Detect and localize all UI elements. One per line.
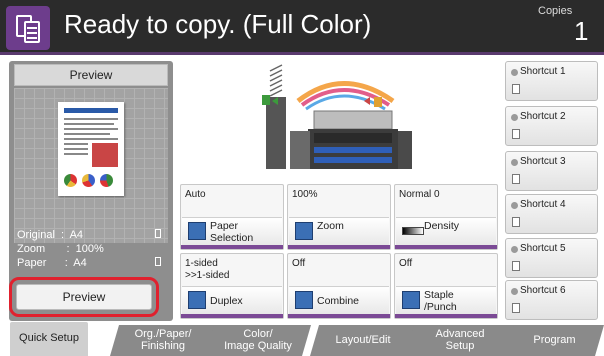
paper-sheet-icon xyxy=(155,257,161,266)
zoom-button[interactable]: 100% Zoom xyxy=(287,184,391,250)
combine-label: Combine xyxy=(317,295,360,307)
paper-selection-label: Paper Selection xyxy=(210,220,254,244)
paper-size-info: Paper : A4 xyxy=(17,257,87,269)
duplex-button[interactable]: 1-sided >>1-sided Duplex xyxy=(180,253,284,319)
note-icon xyxy=(512,217,520,227)
density-icon xyxy=(402,227,424,235)
shortcut-2-label: Shortcut 2 xyxy=(520,111,566,122)
staple-punch-label: Staple /Punch xyxy=(424,289,457,313)
preview-button[interactable]: Preview xyxy=(16,284,152,310)
tab-advanced-setup[interactable]: Advanced Setup xyxy=(405,325,515,356)
tab-program[interactable]: Program xyxy=(505,325,604,356)
zoom-info: Zoom : 100% xyxy=(17,243,104,255)
zoom-label: Zoom xyxy=(317,220,344,232)
shortcut-5-label: Shortcut 5 xyxy=(520,243,566,254)
portrait-sheet-icon xyxy=(155,229,161,238)
copies-count[interactable]: 1 xyxy=(574,16,588,47)
preview-button-highlight: Preview xyxy=(9,277,159,317)
status-title: Ready to copy. (Full Color) xyxy=(64,9,372,39)
density-label: Density xyxy=(424,220,460,232)
note-icon xyxy=(512,261,520,271)
paper-selection-value: Auto xyxy=(185,189,206,200)
paper-selection-button[interactable]: Auto Paper Selection xyxy=(180,184,284,250)
machine-illustration xyxy=(178,61,501,182)
density-value: Normal 0 xyxy=(399,189,440,200)
shortcut-5-button[interactable]: Shortcut 5 xyxy=(505,238,598,278)
paper-selection-icon xyxy=(188,222,206,240)
note-icon xyxy=(512,129,520,139)
shortcut-4-button[interactable]: Shortcut 4 xyxy=(505,194,598,234)
shortcut-2-button[interactable]: Shortcut 2 xyxy=(505,106,598,146)
tab-layout-edit[interactable]: Layout/Edit xyxy=(310,325,416,356)
shortcut-dot-icon xyxy=(511,69,518,76)
staple-punch-value: Off xyxy=(399,258,413,269)
note-icon xyxy=(512,84,520,94)
header-bar: Ready to copy. (Full Color) Copies 1 xyxy=(0,0,604,55)
note-icon xyxy=(512,174,520,184)
copies-label: Copies xyxy=(538,5,573,17)
zoom-icon xyxy=(295,222,313,240)
tab-quick-setup[interactable]: Quick Setup xyxy=(10,322,88,356)
shortcut-dot-icon xyxy=(511,202,518,209)
combine-button[interactable]: Off Combine xyxy=(287,253,391,319)
shortcut-6-label: Shortcut 6 xyxy=(520,285,566,296)
document-thumbnail xyxy=(58,102,124,196)
preview-thumbnail-area xyxy=(14,88,168,243)
tab-color-image-quality[interactable]: Color/ Image Quality xyxy=(205,325,311,356)
density-button[interactable]: Normal 0 Density xyxy=(394,184,498,250)
duplex-label: Duplex xyxy=(210,295,243,307)
duplex-value: 1-sided >>1-sided xyxy=(185,258,230,281)
combine-value: Off xyxy=(292,258,306,269)
staple-punch-button[interactable]: Off Staple /Punch xyxy=(394,253,498,319)
shortcut-3-button[interactable]: Shortcut 3 xyxy=(505,151,598,191)
tab-bar: Quick Setup Org./Paper/ Finishing Color/… xyxy=(0,322,604,356)
preview-heading: Preview xyxy=(14,64,168,86)
shortcut-dot-icon xyxy=(511,288,518,295)
shortcut-dot-icon xyxy=(511,159,518,166)
mfp-printer-icon xyxy=(262,64,412,169)
staple-punch-icon xyxy=(402,291,420,309)
shortcut-3-label: Shortcut 3 xyxy=(520,156,566,167)
shortcut-dot-icon xyxy=(511,246,518,253)
shortcut-dot-icon xyxy=(511,114,518,121)
tab-org-paper-finishing[interactable]: Org./Paper/ Finishing xyxy=(110,325,216,356)
shortcut-4-label: Shortcut 4 xyxy=(520,199,566,210)
combine-icon xyxy=(295,291,313,309)
original-size-info: Original : A4 xyxy=(17,229,84,241)
shortcut-6-button[interactable]: Shortcut 6 xyxy=(505,280,598,320)
duplex-icon xyxy=(188,291,206,309)
note-icon xyxy=(512,303,520,313)
shortcut-1-button[interactable]: Shortcut 1 xyxy=(505,61,598,101)
zoom-value: 100% xyxy=(292,189,318,200)
copy-function-icon xyxy=(6,6,50,50)
shortcut-1-label: Shortcut 1 xyxy=(520,66,566,77)
